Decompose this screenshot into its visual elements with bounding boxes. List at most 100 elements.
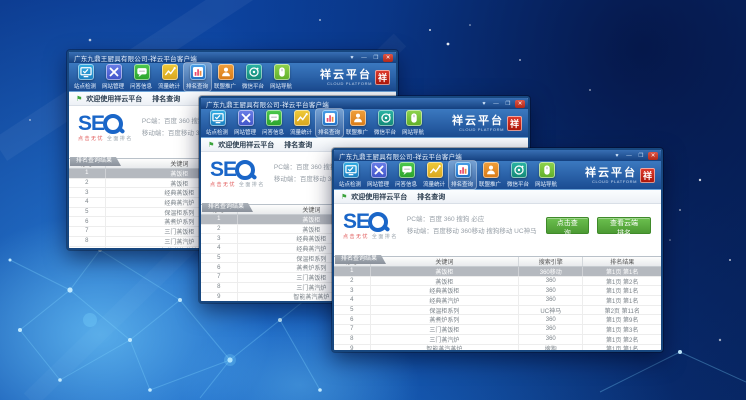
cell-seq: 1: [69, 169, 106, 178]
table-row[interactable]: 3 经典蒸饭柜 360 第1页 第1名: [334, 286, 661, 296]
skin-button[interactable]: ♥: [479, 100, 489, 108]
seo-slogan: 点击无忧 全面排名: [210, 181, 265, 188]
skin-button[interactable]: ♥: [347, 54, 357, 62]
seo-logo: SE 点击无忧 全面排名: [78, 113, 133, 142]
toolbar-button[interactable]: 网站导航: [268, 63, 295, 91]
cell-engine: 360: [519, 286, 583, 295]
cell-seq: 7: [69, 227, 106, 236]
brand-name: 祥云平台: [320, 69, 372, 80]
table-row[interactable]: 5 保温柜系列 UC神马 第2页 第11名: [334, 306, 661, 316]
toolbar-button[interactable]: 问答信息: [393, 161, 420, 189]
cell-keyword: 三门蒸饭柜: [371, 325, 519, 334]
tab-rank-results[interactable]: 排名查询结果: [70, 157, 121, 166]
table-row[interactable]: 2 蒸饭柜 360 第1页 第2名: [334, 277, 661, 287]
cell-seq: 8: [69, 237, 106, 246]
toolbar-button[interactable]: 微信平台: [240, 63, 267, 91]
toolbar-button-label: 流量统计: [290, 127, 312, 135]
toolbar-buttons: 站点检测 网站管理 问答信息 流量统计 排名查询 联盟推广: [72, 63, 295, 91]
toolbar-button-icon: [134, 64, 150, 80]
brand-subtitle: CLOUD PLATFORM: [320, 81, 372, 86]
query-button[interactable]: 点击查询: [546, 217, 589, 234]
window-titlebar[interactable]: 广东九鼎王厨具有限公司-祥云平台客户端 ♥ — ❐ ✕: [69, 52, 396, 63]
toolbar-button[interactable]: 网站导航: [533, 161, 560, 189]
window-titlebar[interactable]: 广东九鼎王厨具有限公司-祥云平台客户端 ♥ — ❐ ✕: [334, 150, 661, 161]
toolbar-button-icon: [162, 64, 178, 80]
seo-wordmark: SE: [343, 211, 369, 232]
cell-keyword: 蒸饭柜: [371, 277, 519, 286]
toolbar-button-icon: [78, 64, 94, 80]
toolbar-button[interactable]: 问答信息: [260, 109, 287, 137]
site-check-icon: [344, 163, 358, 177]
mouse-icon: [275, 65, 289, 79]
bar-chart-icon: [191, 65, 205, 79]
cell-seq: 2: [334, 277, 371, 286]
cell-engine: 360: [519, 315, 583, 324]
toolbar-button-label: 网站导航: [535, 179, 557, 187]
cell-seq: 6: [69, 217, 106, 226]
toolbar-button[interactable]: 流量统计: [288, 109, 315, 137]
brand-area: 祥云平台 CLOUD PLATFORM 祥: [320, 69, 390, 86]
toolbar-button[interactable]: 微信平台: [372, 109, 399, 137]
toolbar-button-label: 微信平台: [242, 81, 264, 89]
toolbar-button[interactable]: 网站管理: [100, 63, 127, 91]
toolbar-button-icon: [238, 110, 254, 126]
toolbar-button[interactable]: 网站管理: [365, 161, 392, 189]
app-window: 广东九鼎王厨具有限公司-祥云平台客户端 ♥ — ❐ ✕ 站点检测 网站管理 问: [332, 148, 663, 352]
close-button[interactable]: ✕: [648, 152, 658, 160]
toolbar-button[interactable]: 联盟推广: [212, 63, 239, 91]
toolbar-button-label: 问答信息: [262, 127, 284, 135]
breadcrumb-welcome: 欢迎使用祥云平台: [351, 192, 407, 202]
minimize-button[interactable]: —: [359, 54, 369, 62]
close-button[interactable]: ✕: [515, 100, 525, 108]
table-row[interactable]: 7 三门蒸饭柜 360 第1页 第3名: [334, 325, 661, 335]
cell-seq: 7: [201, 273, 238, 282]
app-window-front: 广东九鼎王厨具有限公司-祥云平台客户端 ♥ — ❐ ✕ 站点检测 网站管理 问: [332, 148, 663, 352]
toolbar-button-icon: [371, 162, 387, 178]
toolbar-button[interactable]: 网站管理: [232, 109, 259, 137]
toolbar-button[interactable]: 网站导航: [400, 109, 427, 137]
toolbar-button[interactable]: 站点检测: [204, 109, 231, 137]
result-tabstrip: 排名查询结果: [334, 247, 661, 257]
toolbar-button[interactable]: 流量统计: [421, 161, 448, 189]
maximize-button[interactable]: ❐: [371, 54, 381, 62]
site-check-icon: [211, 111, 225, 125]
maximize-button[interactable]: ❐: [636, 152, 646, 160]
line-chart-icon: [295, 111, 309, 125]
toolbar-button[interactable]: 排名查询: [184, 63, 211, 91]
minimize-button[interactable]: —: [491, 100, 501, 108]
window-titlebar[interactable]: 广东九鼎王厨具有限公司-祥云平台客户端 ♥ — ❐ ✕: [201, 98, 528, 109]
cell-rank: 第1页 第1名: [583, 267, 660, 276]
table-header-cell: 搜索引擎: [519, 257, 583, 266]
tab-rank-results[interactable]: 排名查询结果: [335, 255, 386, 264]
maximize-button[interactable]: ❐: [503, 100, 513, 108]
toolbar-button-icon: [274, 64, 290, 80]
table-row[interactable]: 9 智能蒸汽蒸炉 搜狗 第1页 第1名: [334, 345, 661, 351]
brand-area: 祥云平台 CLOUD PLATFORM 祥: [585, 167, 655, 184]
close-button[interactable]: ✕: [383, 54, 393, 62]
cell-seq: 4: [334, 296, 371, 305]
toolbar-button[interactable]: 问答信息: [128, 63, 155, 91]
cell-seq: 7: [334, 325, 371, 334]
table-row[interactable]: 4 经典蒸汽炉 360 第1页 第1名: [334, 296, 661, 306]
toolbar-button[interactable]: 微信平台: [505, 161, 532, 189]
skin-button[interactable]: ♥: [612, 152, 622, 160]
toolbar-button[interactable]: 联盟推广: [477, 161, 504, 189]
table-row[interactable]: 8 三门蒸汽炉 360 第1页 第2名: [334, 335, 661, 345]
toolbar-button[interactable]: 联盟推广: [344, 109, 371, 137]
toolbar-button[interactable]: 流量统计: [156, 63, 183, 91]
breadcrumb-section: 排名查询: [417, 192, 445, 202]
brand-area: 祥云平台 CLOUD PLATFORM 祥: [452, 115, 522, 132]
breadcrumb-welcome: 欢迎使用祥云平台: [86, 94, 142, 104]
toolbar-button[interactable]: 排名查询: [316, 109, 343, 137]
magnifier-icon: [368, 212, 388, 232]
toolbar-button[interactable]: 排名查询: [449, 161, 476, 189]
table-row[interactable]: 6 蒸煮炉系列 360 第1页 第9名: [334, 315, 661, 325]
view-cloud-rank-button[interactable]: 查看云端排名: [597, 217, 651, 234]
tab-rank-results[interactable]: 排名查询结果: [202, 203, 253, 212]
toolbar-button[interactable]: 站点检测: [72, 63, 99, 91]
minimize-button[interactable]: —: [624, 152, 634, 160]
table-row[interactable]: 1 蒸饭柜 360移动 第1页 第1名: [334, 267, 661, 277]
cell-seq: 8: [334, 335, 371, 344]
toolbar-button[interactable]: 站点检测: [337, 161, 364, 189]
brand-badge-icon: 祥: [640, 168, 655, 183]
